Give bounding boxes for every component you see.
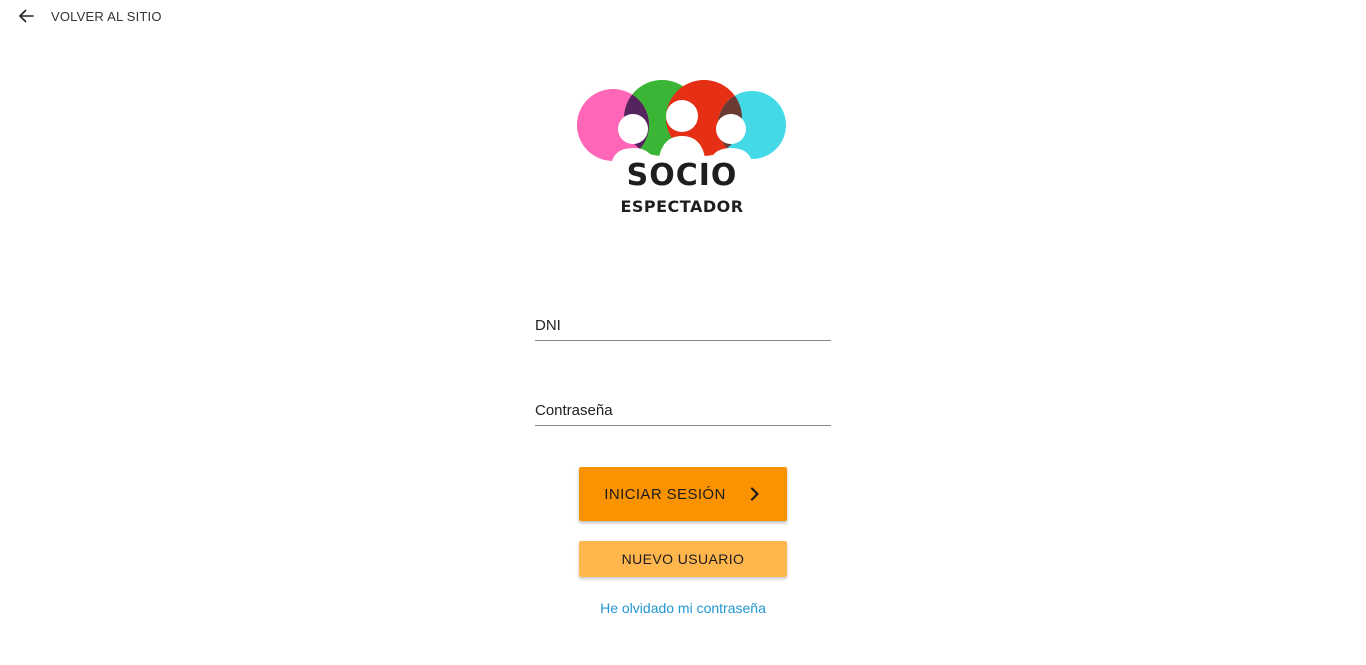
socio-espectador-logo: SOCIO ESPECTADOR <box>576 78 788 218</box>
login-form <box>535 300 831 470</box>
password-field-wrapper <box>535 385 831 426</box>
dni-input[interactable] <box>535 310 831 340</box>
top-bar: VOLVER AL SITIO <box>0 0 162 32</box>
arrow-left-icon <box>16 6 36 26</box>
password-input[interactable] <box>535 395 831 425</box>
dni-field-wrapper <box>535 300 831 341</box>
login-button[interactable]: INICIAR SESIÓN <box>579 467 787 521</box>
back-to-site-link[interactable]: VOLVER AL SITIO <box>16 6 162 26</box>
logo-text-espectador: ESPECTADOR <box>620 197 744 216</box>
forgot-password-link[interactable]: He olvidado mi contraseña <box>0 600 1366 616</box>
new-user-button-label: NUEVO USUARIO <box>621 551 745 567</box>
new-user-button[interactable]: NUEVO USUARIO <box>579 541 787 577</box>
login-button-label: INICIAR SESIÓN <box>604 485 726 503</box>
back-to-site-label: VOLVER AL SITIO <box>51 8 162 24</box>
logo-text-socio: SOCIO <box>626 158 738 193</box>
chevron-right-icon <box>748 487 762 501</box>
logo-graphic <box>577 80 786 168</box>
